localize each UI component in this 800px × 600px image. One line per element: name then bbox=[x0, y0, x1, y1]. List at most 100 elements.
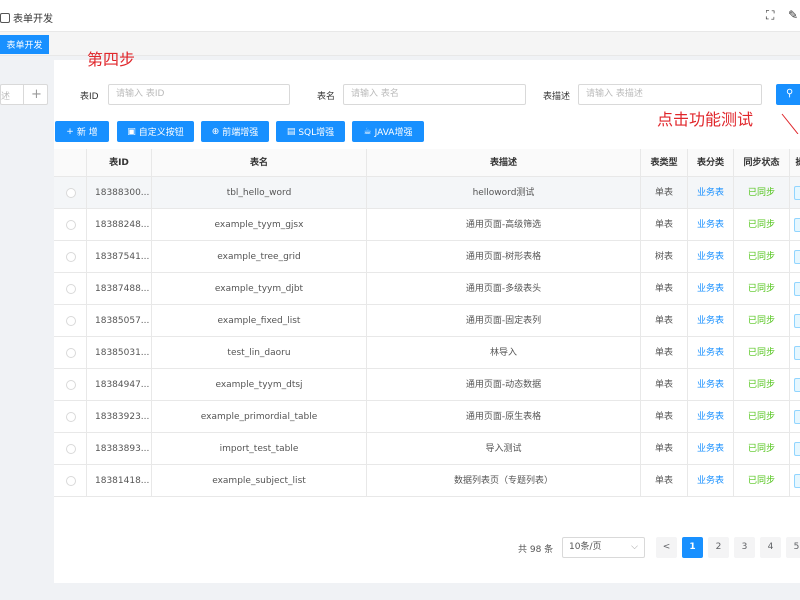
action-link[interactable] bbox=[794, 250, 800, 264]
frontend-enhance-label: 前端增强 bbox=[222, 128, 259, 138]
cell-table-id: 18388248... bbox=[87, 209, 152, 241]
cell-select bbox=[54, 337, 87, 369]
table-name-input[interactable]: 请输入 表名 bbox=[343, 84, 526, 105]
page-button-4[interactable]: 4 bbox=[760, 537, 781, 558]
cell-table-category[interactable]: 业务表 bbox=[688, 465, 734, 497]
search-button[interactable]: ⚲ bbox=[776, 84, 800, 105]
table-row[interactable]: 18385031... test_lin_daoru 林导入 单表 业务表 已同步 bbox=[54, 337, 800, 369]
row-checkbox[interactable] bbox=[66, 188, 76, 198]
row-checkbox[interactable] bbox=[66, 284, 76, 294]
cell-table-category[interactable]: 业务表 bbox=[688, 369, 734, 401]
annotation-arrow bbox=[781, 113, 799, 134]
cell-table-name: import_test_table bbox=[152, 433, 367, 465]
cell-table-category[interactable]: 业务表 bbox=[688, 273, 734, 305]
row-checkbox[interactable] bbox=[66, 380, 76, 390]
action-link[interactable] bbox=[794, 378, 800, 392]
cell-table-name: example_tyym_dtsj bbox=[152, 369, 367, 401]
left-filter[interactable]: 述 + bbox=[0, 84, 48, 105]
sql-enhance-icon: ▤ bbox=[286, 126, 296, 137]
cell-select bbox=[54, 305, 87, 337]
add-filter-button[interactable]: + bbox=[23, 85, 49, 104]
row-checkbox[interactable] bbox=[66, 412, 76, 422]
row-checkbox[interactable] bbox=[66, 348, 76, 358]
cell-table-desc: 林导入 bbox=[367, 337, 641, 369]
row-checkbox[interactable] bbox=[66, 220, 76, 230]
page-size-select[interactable]: 10条/页 ⌵ bbox=[562, 537, 645, 558]
app-title: 表单开发 bbox=[0, 10, 53, 25]
left-filter-text: 述 bbox=[1, 92, 11, 102]
cell-sync-status: 已同步 bbox=[734, 337, 790, 369]
chevron-down-icon: ⌵ bbox=[631, 542, 638, 552]
form-icon bbox=[0, 12, 10, 23]
cell-table-category[interactable]: 业务表 bbox=[688, 241, 734, 273]
table-row[interactable]: 18387541... example_tree_grid 通用页面-树形表格 树表业… bbox=[54, 241, 800, 273]
cell-table-desc: helloword测试 bbox=[367, 177, 641, 209]
table-desc-input[interactable]: 请输入 表描述 bbox=[578, 84, 762, 105]
prev-page-button[interactable]: < bbox=[656, 537, 677, 558]
action-link[interactable] bbox=[794, 314, 800, 328]
table-row[interactable]: 18384947... example_tyym_dtsj 通用页面-动态数据 单表业… bbox=[54, 369, 800, 401]
cell-table-desc: 导入测试 bbox=[367, 433, 641, 465]
table-row[interactable]: 18388248... example_tyym_gjsx 通用页面-高级筛选 单表业… bbox=[54, 209, 800, 241]
header-actions: 操 bbox=[795, 158, 800, 168]
row-checkbox[interactable] bbox=[66, 476, 76, 486]
cell-sync-status: 已同步 bbox=[734, 273, 790, 305]
cell-table-id: 18388300... bbox=[87, 177, 152, 209]
cell-table-category[interactable]: 业务表 bbox=[688, 337, 734, 369]
header-sync-status: 同步状态 bbox=[734, 149, 790, 177]
java-enhance-button[interactable]: ☕ JAVA增强 bbox=[352, 121, 424, 142]
table-id-input[interactable]: 请输入 表ID bbox=[108, 84, 290, 105]
row-checkbox[interactable] bbox=[66, 316, 76, 326]
action-link[interactable] bbox=[794, 410, 800, 424]
cell-table-category[interactable]: 业务表 bbox=[688, 177, 734, 209]
cell-table-desc: 通用页面-固定表列 bbox=[367, 305, 641, 337]
action-link[interactable] bbox=[794, 346, 800, 360]
cell-table-id: 18384947... bbox=[87, 369, 152, 401]
page-button-1[interactable]: 1 bbox=[682, 537, 703, 558]
clear-icon[interactable]: ✎ bbox=[788, 9, 800, 21]
action-link[interactable] bbox=[794, 282, 800, 296]
table-row[interactable]: 18388300... tbl_hello_word helloword测试 单表 业务… bbox=[54, 177, 800, 209]
sql-enhance-button[interactable]: ▤ SQL增强 bbox=[276, 121, 345, 142]
plus-icon: + bbox=[66, 126, 74, 137]
custom-button-button[interactable]: ▣ 自定义按钮 bbox=[117, 121, 194, 142]
cell-table-category[interactable]: 业务表 bbox=[688, 401, 734, 433]
cell-table-category[interactable]: 业务表 bbox=[688, 305, 734, 337]
cell-sync-status: 已同步 bbox=[734, 209, 790, 241]
cell-table-name: example_primordial_table bbox=[152, 401, 367, 433]
action-link[interactable] bbox=[794, 186, 800, 200]
table-row[interactable]: 18387488... example_tyym_djbt 通用页面-多级表头 单表业… bbox=[54, 273, 800, 305]
cell-table-name: example_tyym_gjsx bbox=[152, 209, 367, 241]
page-button-5[interactable]: 5 bbox=[786, 537, 800, 558]
table-row[interactable]: 18383923... example_primordial_table 通用页面-… bbox=[54, 401, 800, 433]
fullscreen-icon[interactable]: ⛶ bbox=[766, 9, 778, 21]
java-enhance-icon: ☕ bbox=[363, 126, 372, 137]
table-row[interactable]: 18381418... example_subject_list 数据列表页（专题列… bbox=[54, 465, 800, 497]
cell-sync-status: 已同步 bbox=[734, 241, 790, 273]
cell-table-category[interactable]: 业务表 bbox=[688, 209, 734, 241]
java-enhance-label: JAVA增强 bbox=[374, 128, 413, 138]
add-button[interactable]: + 新 增 bbox=[55, 121, 109, 142]
cell-table-id: 18385057... bbox=[87, 305, 152, 337]
search-icon: ⚲ bbox=[786, 88, 794, 99]
row-checkbox[interactable] bbox=[66, 252, 76, 262]
action-link[interactable] bbox=[794, 442, 800, 456]
table-row[interactable]: 18385057... example_fixed_list 通用页面-固定表列 单表… bbox=[54, 305, 800, 337]
hint-annotation: 点击功能测试 bbox=[657, 110, 754, 129]
tab-form-dev[interactable]: 表单开发 bbox=[0, 35, 49, 54]
cell-table-category[interactable]: 业务表 bbox=[688, 433, 734, 465]
add-button-label: 新 增 bbox=[76, 128, 98, 138]
cell-table-id: 18387541... bbox=[87, 241, 152, 273]
row-checkbox[interactable] bbox=[66, 444, 76, 454]
cell-table-id: 18381418... bbox=[87, 465, 152, 497]
pagination-total: 共 98 条 bbox=[518, 545, 554, 555]
cell-table-type: 单表 bbox=[641, 369, 688, 401]
action-link[interactable] bbox=[794, 474, 800, 488]
page-button-2[interactable]: 2 bbox=[708, 537, 729, 558]
cell-table-type: 单表 bbox=[641, 177, 688, 209]
action-link[interactable] bbox=[794, 218, 800, 232]
table-row[interactable]: 18383893... import_test_table 导入测试 单表 业务表 已同步 bbox=[54, 433, 800, 465]
cell-table-type: 树表 bbox=[641, 241, 688, 273]
page-button-3[interactable]: 3 bbox=[734, 537, 755, 558]
frontend-enhance-button[interactable]: ⊕ 前端增强 bbox=[201, 121, 269, 142]
